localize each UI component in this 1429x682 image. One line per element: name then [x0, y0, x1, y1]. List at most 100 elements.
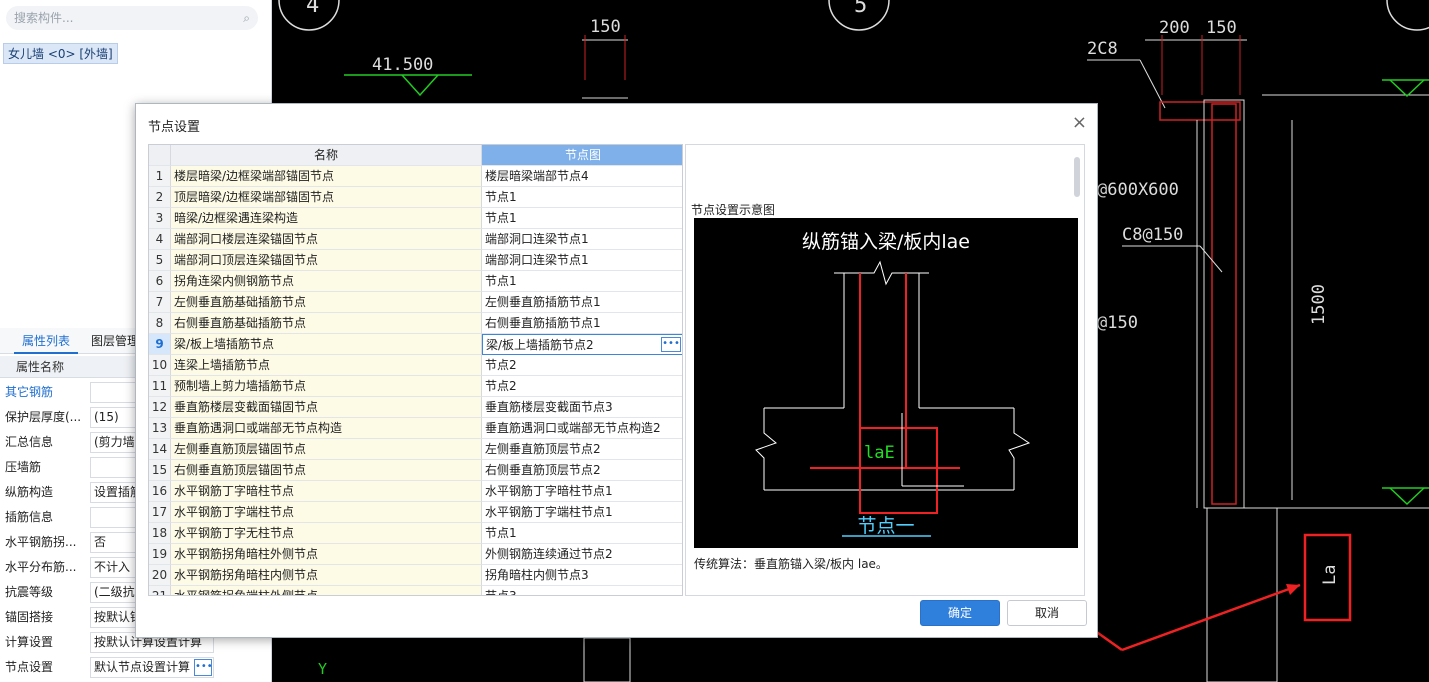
- table-row[interactable]: 5 端部洞口顶层连梁锚固节点 端部洞口连梁节点1: [149, 250, 682, 271]
- row-node[interactable]: 拐角暗柱内侧节点3: [482, 565, 682, 586]
- row-node[interactable]: 右侧垂直筋插筋节点1: [482, 313, 682, 334]
- row-node-text: 右侧垂直筋顶层节点2: [485, 463, 601, 477]
- header-name[interactable]: 名称: [171, 145, 482, 166]
- table-row[interactable]: 8 右侧垂直筋基础插筋节点 右侧垂直筋插筋节点1: [149, 313, 682, 334]
- table-header: 名称 节点图: [149, 145, 682, 166]
- more-options-icon[interactable]: •••: [194, 659, 213, 676]
- row-number: 7: [149, 292, 171, 313]
- row-node[interactable]: 梁/板上墙插筋节点2 •••: [482, 334, 682, 355]
- row-node[interactable]: 节点2: [482, 355, 682, 376]
- table-row[interactable]: 6 拐角连梁内侧钢筋节点 节点1: [149, 271, 682, 292]
- table-row[interactable]: 19 水平钢筋拐角暗柱外侧节点 外侧钢筋连续通过节点2: [149, 544, 682, 565]
- property-value-text: 默认节点设置计算: [94, 660, 191, 674]
- table-row[interactable]: 20 水平钢筋拐角暗柱内侧节点 拐角暗柱内侧节点3: [149, 565, 682, 586]
- table-row[interactable]: 12 垂直筋楼层变截面锚固节点 垂直筋楼层变截面节点3: [149, 397, 682, 418]
- row-node-text: 节点1: [485, 526, 517, 540]
- table-row[interactable]: 17 水平钢筋丁字端柱节点 水平钢筋丁字端柱节点1: [149, 502, 682, 523]
- table-row[interactable]: 3 暗梁/边框梁遇连梁构造 节点1: [149, 208, 682, 229]
- dim-150-at: @150: [1097, 313, 1138, 333]
- header-node[interactable]: 节点图: [482, 145, 682, 166]
- row-node[interactable]: 端部洞口连梁节点1: [482, 250, 682, 271]
- row-node[interactable]: 左侧垂直筋插筋节点1: [482, 292, 682, 313]
- row-node[interactable]: 垂直筋遇洞口或端部无节点构造2: [482, 418, 682, 439]
- row-number: 18: [149, 523, 171, 544]
- table-row[interactable]: 2 顶层暗梁/边框梁端部锚固节点 节点1: [149, 187, 682, 208]
- row-node[interactable]: 外侧钢筋连续通过节点2: [482, 544, 682, 565]
- row-node[interactable]: 左侧垂直筋顶层节点2: [482, 439, 682, 460]
- row-node[interactable]: 水平钢筋丁字端柱节点1: [482, 502, 682, 523]
- preview-panel: 节点设置示意图 纵筋锚入梁/板内lae laE 节点一 传统算法：垂直筋锚入梁/…: [685, 144, 1085, 596]
- row-node-text: 端部洞口连梁节点1: [485, 253, 589, 267]
- row-name: 暗梁/边框梁遇连梁构造: [171, 208, 482, 229]
- close-icon[interactable]: ×: [1072, 112, 1087, 133]
- property-name: 纵筋构造: [5, 485, 54, 499]
- table-row[interactable]: 9 梁/板上墙插筋节点 梁/板上墙插筋节点2 •••: [149, 334, 682, 355]
- row-node[interactable]: 节点1: [482, 271, 682, 292]
- table-row[interactable]: 11 预制墙上剪力墙插筋节点 节点2: [149, 376, 682, 397]
- row-node[interactable]: 节点2: [482, 376, 682, 397]
- property-name: 其它钢筋: [5, 385, 54, 399]
- table-row[interactable]: 13 垂直筋遇洞口或端部无节点构造 垂直筋遇洞口或端部无节点构造2: [149, 418, 682, 439]
- row-node[interactable]: 节点3: [482, 586, 682, 596]
- row-name: 楼层暗梁/边框梁端部锚固节点: [171, 166, 482, 187]
- table-row[interactable]: 7 左侧垂直筋基础插筋节点 左侧垂直筋插筋节点1: [149, 292, 682, 313]
- search-icon[interactable]: ⌕: [243, 6, 250, 30]
- table-row[interactable]: 16 水平钢筋丁字暗柱节点 水平钢筋丁字暗柱节点1: [149, 481, 682, 502]
- dialog-title: 节点设置: [148, 120, 201, 135]
- row-number: 15: [149, 460, 171, 481]
- preview-scrollbar[interactable]: [1074, 157, 1080, 197]
- row-node-text: 外侧钢筋连续通过节点2: [485, 547, 613, 561]
- row-number: 21: [149, 586, 171, 595]
- row-node[interactable]: 楼层暗梁端部节点4: [482, 166, 682, 187]
- property-row[interactable]: 节点设置 默认节点设置计算 •••: [0, 655, 272, 680]
- table-row[interactable]: 4 端部洞口楼层连梁锚固节点 端部洞口连梁节点1: [149, 229, 682, 250]
- row-node[interactable]: 端部洞口连梁节点1: [482, 229, 682, 250]
- row-name: 左侧垂直筋顶层锚固节点: [171, 439, 482, 460]
- dim-2c8: 2C8: [1087, 39, 1118, 59]
- table-row[interactable]: 18 水平钢筋丁字无柱节点 节点1: [149, 523, 682, 544]
- table-row[interactable]: 10 连梁上墙插筋节点 节点2: [149, 355, 682, 376]
- property-name: 水平钢筋拐...: [5, 535, 77, 549]
- row-node-text: 节点2: [485, 358, 517, 372]
- row-name: 水平钢筋拐角暗柱内侧节点: [171, 565, 482, 586]
- diagram-lae: laE: [864, 443, 895, 463]
- search-input[interactable]: 搜索构件... ⌕: [6, 6, 258, 30]
- row-number: 12: [149, 397, 171, 418]
- row-node[interactable]: 节点1: [482, 523, 682, 544]
- more-options-icon[interactable]: •••: [661, 337, 681, 352]
- property-name: 保护层厚度(...: [5, 410, 82, 424]
- row-node[interactable]: 右侧垂直筋顶层节点2: [482, 460, 682, 481]
- row-name: 水平钢筋丁字端柱节点: [171, 502, 482, 523]
- row-node-text: 节点2: [485, 379, 517, 393]
- row-node-text: 节点1: [485, 274, 517, 288]
- row-node-text: 节点3: [485, 589, 517, 596]
- row-number: 6: [149, 271, 171, 292]
- component-tag[interactable]: 女儿墙 <0> [外墙]: [3, 43, 118, 64]
- row-name: 右侧垂直筋基础插筋节点: [171, 313, 482, 334]
- row-number: 2: [149, 187, 171, 208]
- dim-la: La: [1320, 565, 1340, 585]
- ok-button[interactable]: 确定: [920, 600, 1000, 626]
- row-node[interactable]: 水平钢筋丁字暗柱节点1: [482, 481, 682, 502]
- row-number: 5: [149, 250, 171, 271]
- cancel-button[interactable]: 取消: [1007, 600, 1087, 626]
- property-value[interactable]: 默认节点设置计算 •••: [90, 657, 214, 678]
- property-name: 水平分布筋...: [5, 560, 77, 574]
- table-row[interactable]: 21 水平钢筋拐角端柱外侧节点 节点3: [149, 586, 682, 596]
- row-number: 9: [149, 334, 171, 355]
- row-name: 垂直筋遇洞口或端部无节点构造: [171, 418, 482, 439]
- row-name: 端部洞口顶层连梁锚固节点: [171, 250, 482, 271]
- table-row[interactable]: 1 楼层暗梁/边框梁端部锚固节点 楼层暗梁端部节点4: [149, 166, 682, 187]
- row-node[interactable]: 节点1: [482, 187, 682, 208]
- property-name: 汇总信息: [5, 435, 54, 449]
- row-number: 11: [149, 376, 171, 397]
- node-settings-dialog: 节点设置 × 名称 节点图 1 楼层暗梁/边框梁端部锚固节点 楼层暗梁端部节点4 2 顶…: [135, 103, 1098, 638]
- tab-property-list[interactable]: 属性列表: [14, 328, 79, 354]
- table-row[interactable]: 15 右侧垂直筋顶层锚固节点 右侧垂直筋顶层节点2: [149, 460, 682, 481]
- row-number: 8: [149, 313, 171, 334]
- row-node[interactable]: 垂直筋楼层变截面节点3: [482, 397, 682, 418]
- property-name: 压墙筋: [5, 460, 42, 474]
- row-node[interactable]: 节点1: [482, 208, 682, 229]
- search-placeholder: 搜索构件...: [14, 11, 74, 25]
- table-row[interactable]: 14 左侧垂直筋顶层锚固节点 左侧垂直筋顶层节点2: [149, 439, 682, 460]
